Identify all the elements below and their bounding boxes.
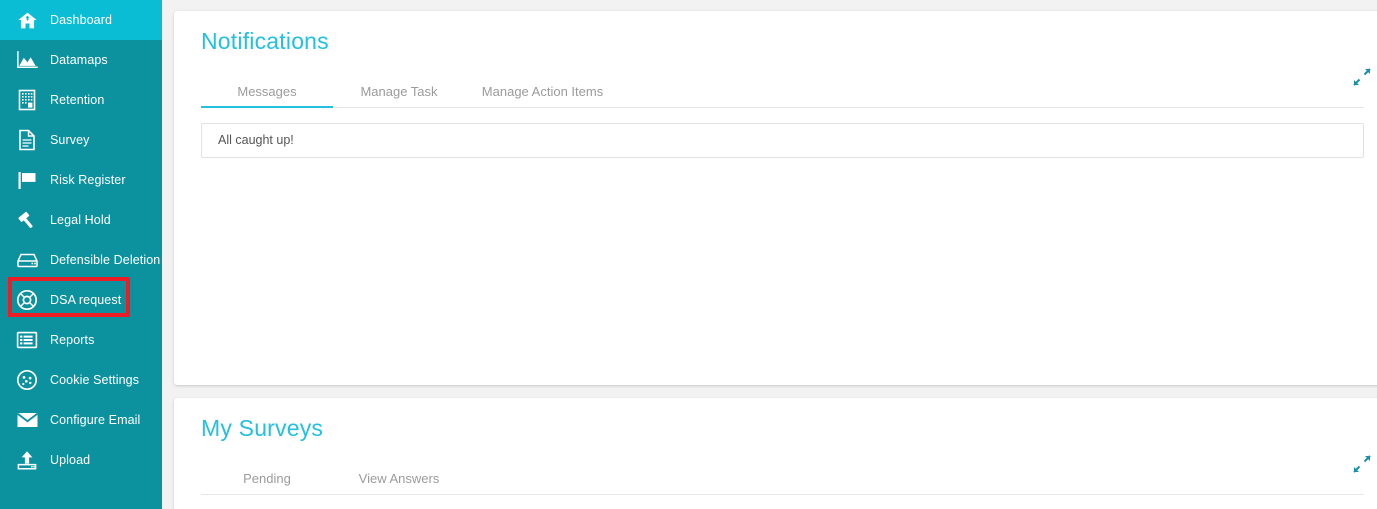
cookie-icon — [14, 367, 40, 393]
sidebar-item-label: Upload — [50, 452, 91, 467]
sidebar-item-cookie-settings[interactable]: Cookie Settings — [0, 360, 162, 400]
sidebar-item-legal-hold[interactable]: Legal Hold — [0, 200, 162, 240]
envelope-icon — [14, 407, 40, 433]
sidebar-item-label: DSA request — [50, 292, 122, 307]
upload-icon — [14, 447, 40, 473]
surveys-panel: My Surveys Pending View Answers — [174, 398, 1377, 509]
sidebar-item-configure-email[interactable]: Configure Email — [0, 400, 162, 440]
sidebar-item-label: Datamaps — [50, 52, 108, 67]
notifications-panel: Notifications Messages Manage Task Manag… — [174, 11, 1377, 385]
main-content: Notifications Messages Manage Task Manag… — [162, 0, 1377, 509]
document-icon — [14, 127, 40, 153]
area-chart-icon — [14, 47, 40, 73]
home-icon — [14, 7, 40, 33]
building-icon — [14, 87, 40, 113]
sidebar-item-label: Configure Email — [50, 412, 141, 427]
server-icon — [14, 247, 40, 273]
list-table-icon — [14, 327, 40, 353]
sidebar-item-label: Reports — [50, 332, 95, 347]
tab-manage-task[interactable]: Manage Task — [333, 85, 465, 107]
notifications-tabs: Messages Manage Task Manage Action Items — [201, 77, 1364, 108]
sidebar-item-label: Defensible Deletion — [50, 252, 161, 267]
sidebar-item-dsa-request[interactable]: DSA request — [0, 280, 162, 320]
surveys-title: My Surveys — [201, 415, 324, 441]
tab-pending[interactable]: Pending — [201, 472, 333, 494]
sidebar-item-label: Retention — [50, 92, 105, 107]
tab-manage-action-items[interactable]: Manage Action Items — [465, 85, 620, 107]
sidebar-item-risk-register[interactable]: Risk Register — [0, 160, 162, 200]
tab-messages[interactable]: Messages — [201, 85, 333, 108]
surveys-tabs: Pending View Answers — [201, 464, 1364, 495]
sidebar-item-reports[interactable]: Reports — [0, 320, 162, 360]
flag-icon — [14, 167, 40, 193]
tab-view-answers[interactable]: View Answers — [333, 472, 465, 494]
sidebar-item-label: Legal Hold — [50, 212, 111, 227]
gavel-icon — [14, 207, 40, 233]
sidebar-item-datamaps[interactable]: Datamaps — [0, 40, 162, 80]
sidebar: Dashboard Datamaps Retention Survey Risk… — [0, 0, 162, 509]
sidebar-item-label: Survey — [50, 132, 90, 147]
empty-state-text: All caught up! — [218, 133, 294, 148]
sidebar-item-survey[interactable]: Survey — [0, 120, 162, 160]
notifications-message-box: All caught up! — [201, 123, 1364, 158]
app-root: Dashboard Datamaps Retention Survey Risk… — [0, 0, 1377, 509]
sidebar-item-label: Cookie Settings — [50, 372, 140, 387]
page-title: Notifications — [201, 28, 329, 54]
lifebuoy-icon — [14, 287, 40, 313]
sidebar-item-label: Dashboard — [50, 12, 113, 27]
sidebar-item-defensible-deletion[interactable]: Defensible Deletion — [0, 240, 162, 280]
sidebar-item-dashboard[interactable]: Dashboard — [0, 0, 162, 40]
sidebar-item-upload[interactable]: Upload — [0, 440, 162, 480]
sidebar-item-label: Risk Register — [50, 172, 126, 187]
sidebar-item-retention[interactable]: Retention — [0, 80, 162, 120]
